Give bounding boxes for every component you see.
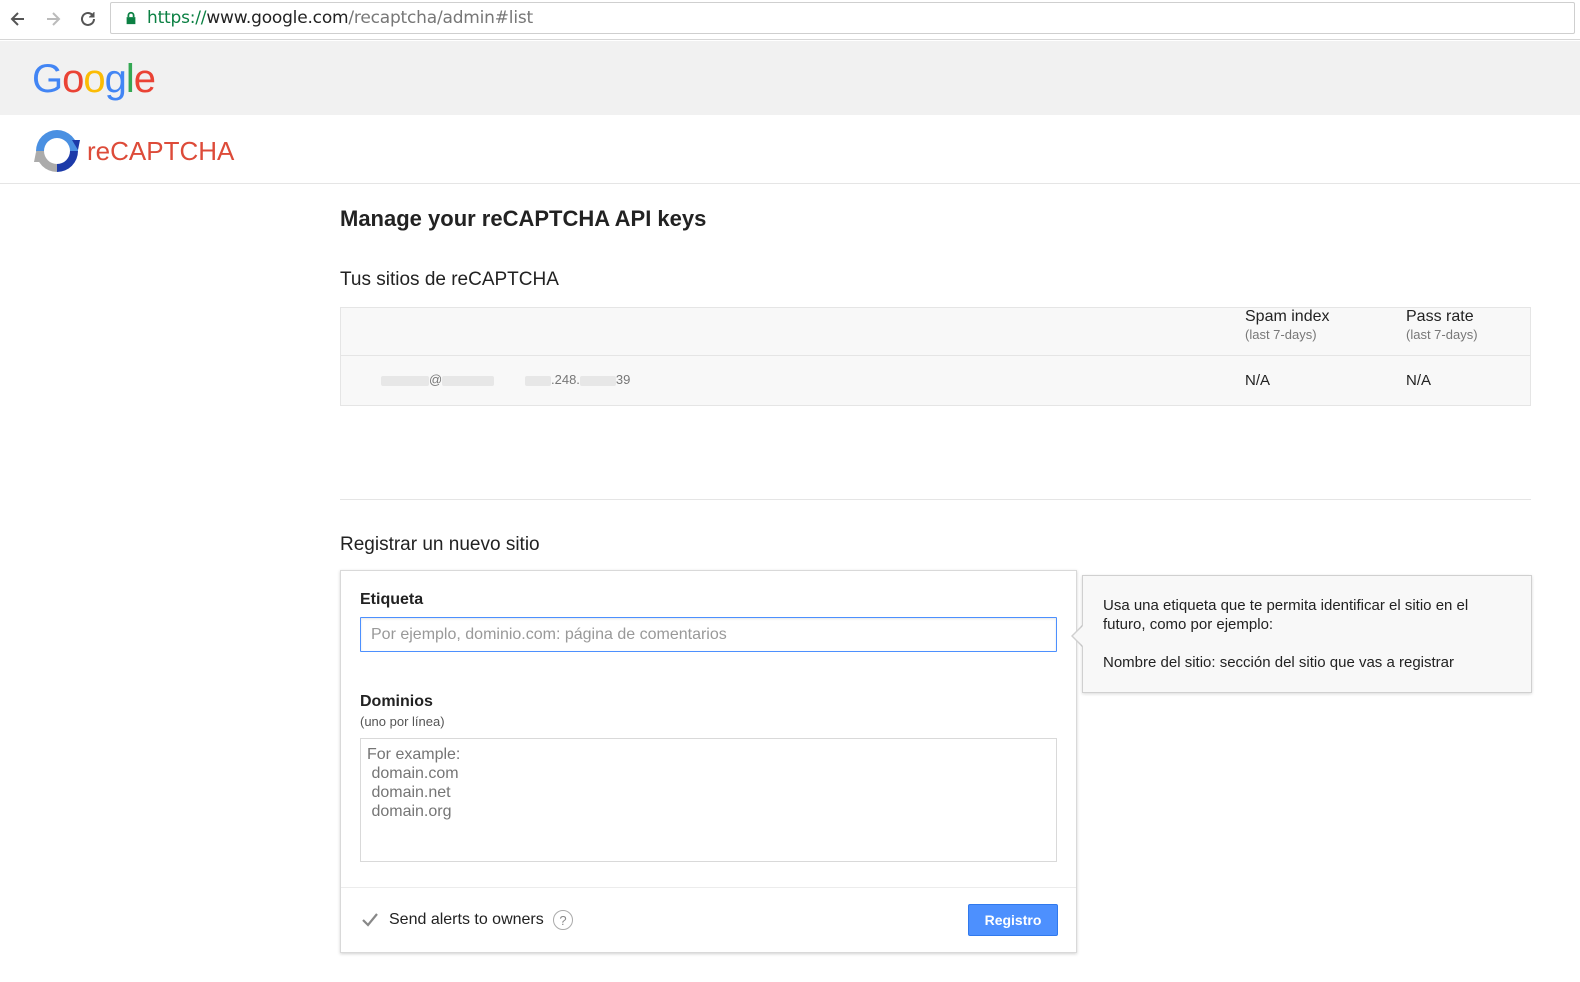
google-header: Google bbox=[0, 41, 1580, 115]
register-section-title: Registrar un nuevo sitio bbox=[340, 534, 540, 555]
url-scheme: https:// bbox=[147, 8, 207, 28]
label-field-label: Etiqueta bbox=[360, 591, 424, 608]
pass-rate-value: N/A bbox=[1406, 372, 1432, 389]
table-header: Spam index (last 7-days) Pass rate (last… bbox=[341, 308, 1530, 356]
spam-index-value: N/A bbox=[1245, 372, 1271, 389]
address-bar[interactable]: https://www.google.com/recaptcha/admin#l… bbox=[110, 2, 1575, 34]
tooltip-arrow-inner bbox=[1073, 626, 1083, 646]
register-form: Etiqueta Dominios (uno por línea) Send a… bbox=[340, 570, 1077, 953]
table-row[interactable]: @ .248. 39 N/A N/A bbox=[341, 357, 1530, 406]
back-button[interactable] bbox=[5, 6, 31, 32]
checkmark-icon bbox=[362, 913, 378, 927]
register-button[interactable]: Registro bbox=[968, 904, 1058, 936]
send-alerts-label[interactable]: Send alerts to owners bbox=[389, 911, 544, 929]
reload-icon bbox=[81, 11, 95, 26]
form-footer: Send alerts to owners ? Registro bbox=[341, 887, 1076, 953]
forward-button[interactable] bbox=[40, 6, 66, 32]
help-icon[interactable]: ? bbox=[553, 910, 573, 930]
recaptcha-header: reCAPTCHA bbox=[0, 115, 1580, 184]
lock-icon bbox=[123, 10, 139, 26]
site-domain-redacted: .248. 39 bbox=[525, 372, 630, 387]
recaptcha-logo-icon[interactable] bbox=[32, 126, 82, 176]
browser-toolbar: https://www.google.com/recaptcha/admin#l… bbox=[0, 0, 1580, 40]
label-tooltip: Usa una etiqueta que te permita identifi… bbox=[1082, 575, 1532, 693]
google-logo[interactable]: Google bbox=[32, 57, 156, 102]
site-label-redacted: @ bbox=[381, 372, 495, 387]
label-input[interactable] bbox=[360, 617, 1057, 652]
column-header-pass-rate: Pass rate (last 7-days) bbox=[1406, 308, 1478, 342]
reload-button[interactable] bbox=[75, 6, 101, 32]
arrow-right-icon bbox=[47, 12, 61, 26]
section-divider bbox=[340, 499, 1531, 500]
url-text: https://www.google.com/recaptcha/admin#l… bbox=[147, 8, 533, 28]
url-path: /recaptcha/admin#list bbox=[348, 8, 533, 28]
send-alerts-checkbox[interactable] bbox=[361, 911, 379, 929]
sites-section-title: Tus sitios de reCAPTCHA bbox=[340, 269, 559, 290]
page-title: Manage your reCAPTCHA API keys bbox=[340, 206, 707, 231]
tooltip-text-2: Nombre del sitio: sección del sitio que … bbox=[1103, 654, 1454, 671]
tooltip-text-1: Usa una etiqueta que te permita identifi… bbox=[1103, 597, 1469, 633]
column-header-spam-index: Spam index (last 7-days) bbox=[1245, 308, 1330, 342]
arrow-left-icon bbox=[10, 12, 24, 26]
sites-table: Spam index (last 7-days) Pass rate (last… bbox=[340, 307, 1531, 406]
product-name: reCAPTCHA bbox=[87, 136, 235, 166]
domains-textarea[interactable] bbox=[360, 738, 1057, 862]
domains-field-sublabel: (uno por línea) bbox=[360, 714, 445, 729]
url-host: www.google.com bbox=[206, 8, 349, 28]
domains-field-label: Dominios bbox=[360, 693, 433, 710]
